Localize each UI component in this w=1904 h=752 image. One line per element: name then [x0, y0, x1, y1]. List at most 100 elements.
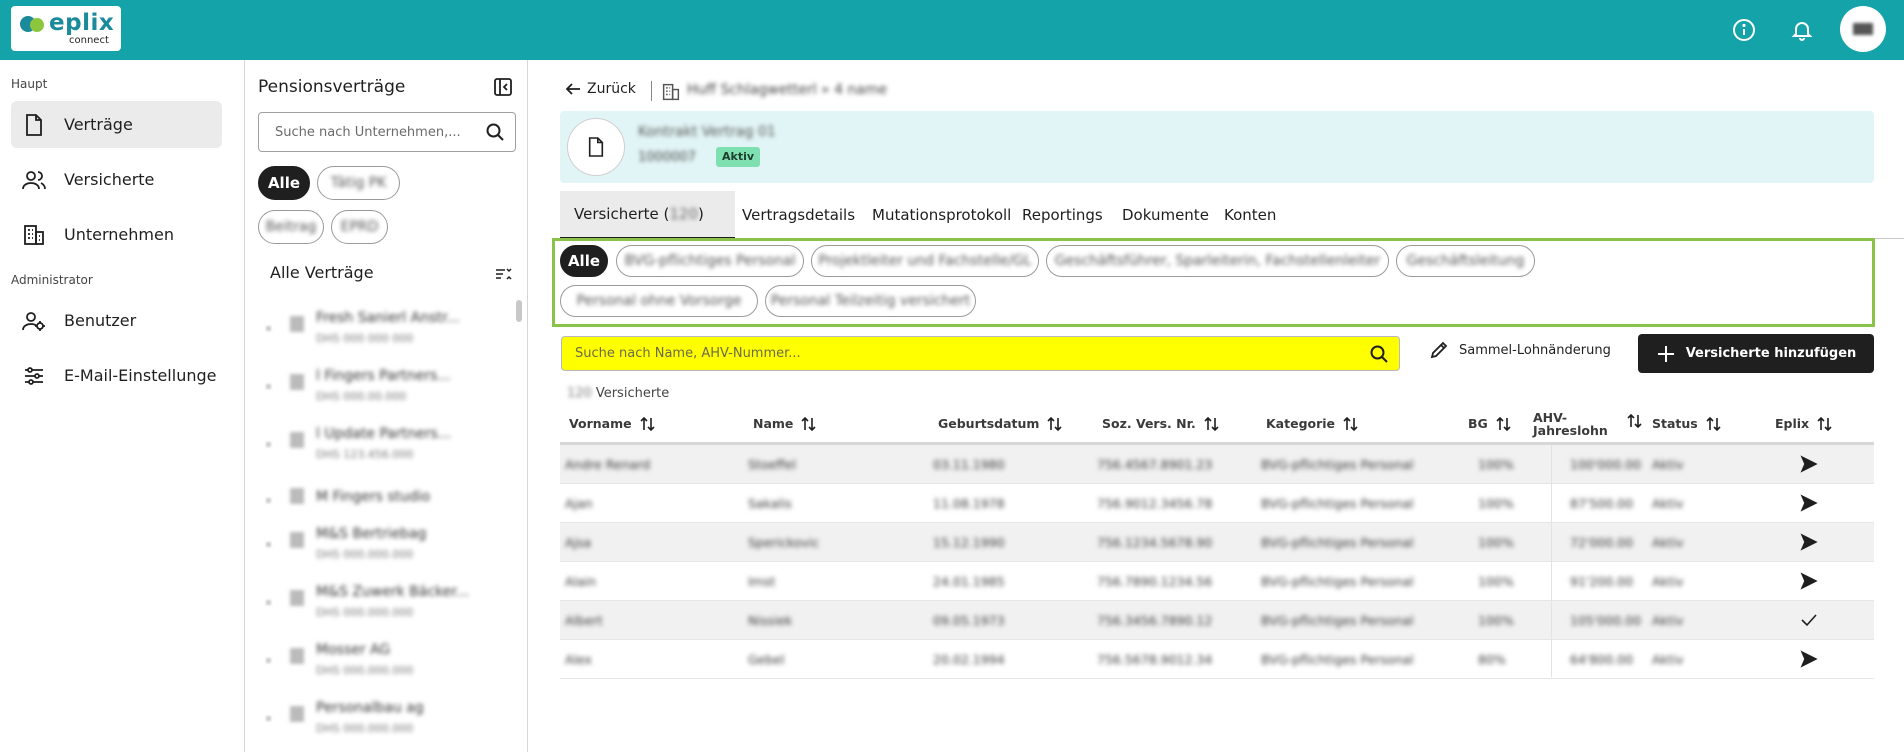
insured-search-input[interactable]	[563, 338, 1343, 369]
column-label: Geburtsdatum	[938, 416, 1040, 431]
filter-chip[interactable]: Geschäftsleitung	[1396, 245, 1535, 277]
filter-chip[interactable]: Projektleiter und Fachstelle/GL	[811, 245, 1039, 277]
nav-item-vertraege[interactable]: Verträge	[11, 101, 222, 148]
tab-vertragsdetails[interactable]: Vertragsdetails	[742, 191, 855, 238]
column-kategorie[interactable]: Kategorie	[1266, 405, 1359, 442]
list-item[interactable]: M&S Bertriebag DHS 000.000.000	[266, 520, 506, 568]
list-item[interactable]: M Fingers studio	[266, 476, 506, 524]
sammel-lohnaenderung-button[interactable]: Sammel-Lohnänderung	[1429, 340, 1611, 360]
table-row[interactable]: Ajan Sakalis 11.08.1978 756.9012.3456.78 BVG…	[560, 484, 1874, 523]
list-item[interactable]: Mosser AG DHS 000.000.000	[266, 636, 506, 684]
column-eplix[interactable]: Eplix	[1775, 405, 1833, 442]
filter-chip[interactable]: Personal ohne Vorsorge	[560, 285, 758, 317]
tab-mutationsprotokoll[interactable]: Mutationsprotokoll	[872, 191, 1011, 238]
table-row[interactable]: Andre Renard Stoeffel 03.11.1980 756.4567.8…	[560, 445, 1874, 484]
panel-title: Pensionsverträge	[258, 77, 406, 97]
column-label: AHV-	[1533, 409, 1568, 425]
column-soz-vers-nr[interactable]: Soz. Vers. Nr.	[1102, 405, 1220, 442]
nav-item-benutzer[interactable]: Benutzer	[11, 297, 222, 344]
chip-filter[interactable]: EPRD	[331, 210, 388, 244]
column-ahv-jahreslohn[interactable]: AHV- Jahreslohn	[1533, 405, 1608, 442]
list-item[interactable]: Personalbau ag DHS 000.000.000	[266, 694, 506, 742]
cell-vorname: Ajsa	[565, 535, 592, 550]
cell-bg: 80%	[1478, 652, 1506, 667]
tab-dokumente[interactable]: Dokumente	[1122, 191, 1209, 238]
table-row[interactable]: Albert Nissiek 09.05.1973 756.3456.7890.12 B…	[560, 601, 1874, 640]
back-button[interactable]: Zurück	[565, 81, 636, 97]
table-row[interactable]: Alain Imst 24.01.1985 756.7890.1234.56 BVG-p…	[560, 562, 1874, 601]
cell-soz-vers-nr: 756.9012.3456.78	[1097, 496, 1213, 511]
sort-icon	[1706, 416, 1722, 432]
search-icon[interactable]	[1369, 344, 1389, 364]
sort-list-icon[interactable]	[494, 265, 512, 283]
check-icon[interactable]	[1800, 611, 1820, 631]
tab-versicherte[interactable]: Versicherte (120)	[560, 191, 735, 239]
column-bg[interactable]: BG	[1468, 405, 1512, 442]
search-icon[interactable]	[485, 122, 505, 142]
list-item[interactable]: l Fingers Partners... DHS 000.00.000	[266, 362, 506, 410]
column-name[interactable]: Name	[753, 405, 817, 442]
table-header: Vorname Name Geburtsdatum Soz. Vers. Nr.…	[560, 405, 1874, 442]
chip-label: Geschäftsführer, Sparleiterin, Fachstell…	[1054, 253, 1381, 269]
cell-geburtsdatum: 03.11.1980	[933, 457, 1005, 472]
cell-bg: 100%	[1478, 496, 1514, 511]
chip-label: BVG-pflichtiges Personal	[624, 253, 796, 269]
breadcrumb[interactable]: Huff Schlagwetterl » 4 name	[687, 82, 887, 98]
count-label: Versicherte	[595, 386, 670, 401]
table-row[interactable]: Alex Gebel 20.02.1994 756.5678.9012.34 BVG-p…	[560, 640, 1874, 679]
sort-icon[interactable]	[1627, 402, 1643, 439]
column-vorname[interactable]: Vorname	[569, 405, 656, 442]
chip-alle[interactable]: Alle	[258, 166, 310, 200]
contract-name: M&S Zuwerk Bäcker...	[316, 584, 470, 600]
list-item[interactable]: l Update Partners... DHS 123.456.000	[266, 420, 506, 468]
avatar[interactable]	[1840, 6, 1886, 52]
send-icon[interactable]	[1800, 650, 1820, 670]
collapse-panel-icon[interactable]	[493, 77, 513, 97]
chip-label: Geschäftsleitung	[1406, 253, 1525, 269]
list-item[interactable]: M&S Zuwerk Bäcker... DHS 000.000.000	[266, 578, 506, 626]
contract-number: DHS 000.00.000	[316, 390, 407, 403]
add-insured-button[interactable]: Versicherte hinzufügen	[1638, 334, 1874, 373]
bell-icon[interactable]	[1787, 15, 1817, 45]
send-icon[interactable]	[1800, 533, 1820, 553]
nav-label: Verträge	[64, 115, 133, 134]
send-icon[interactable]	[1800, 455, 1820, 475]
cell-ahv-jahreslohn: 91'200.00	[1570, 574, 1634, 589]
chip-filter[interactable]: Beitrag	[258, 210, 324, 244]
filter-chip[interactable]: BVG-pflichtiges Personal	[616, 245, 804, 277]
column-label: Jahreslohn	[1533, 422, 1608, 438]
tab-konten[interactable]: Konten	[1224, 191, 1276, 238]
eplix-logo[interactable]: eplix connect	[11, 6, 121, 51]
column-divider	[1551, 445, 1552, 677]
contract-name: l Fingers Partners...	[316, 368, 451, 384]
cell-ahv-jahreslohn: 87'500.00	[1570, 496, 1634, 511]
nav-item-unternehmen[interactable]: Unternehmen	[11, 211, 222, 258]
cell-ahv-jahreslohn: 64'800.00	[1570, 652, 1634, 667]
filter-chip-alle[interactable]: Alle	[560, 245, 608, 277]
info-icon[interactable]	[1729, 15, 1759, 45]
tab-reportings[interactable]: Reportings	[1022, 191, 1103, 238]
cell-soz-vers-nr: 756.3456.7890.12	[1097, 613, 1213, 628]
send-icon[interactable]	[1800, 494, 1820, 514]
filter-chip[interactable]: Geschäftsführer, Sparleiterin, Fachstell…	[1046, 245, 1389, 277]
column-status[interactable]: Status	[1652, 405, 1722, 442]
table-row[interactable]: Ajsa Sperickovic 15.12.1990 756.1234.5678.9…	[560, 523, 1874, 562]
cell-status: Aktiv	[1652, 574, 1684, 589]
users-icon	[22, 168, 46, 192]
column-geburtsdatum[interactable]: Geburtsdatum	[938, 405, 1063, 442]
column-label: Vorname	[569, 416, 632, 431]
pencil-icon	[1430, 341, 1448, 359]
chip-filter[interactable]: Tätig PK	[317, 166, 400, 200]
nav-item-versicherte[interactable]: Versicherte	[11, 156, 222, 203]
nav-label: Benutzer	[64, 311, 137, 330]
nav-item-email-einstellungen[interactable]: E-Mail-Einstellunge	[11, 352, 222, 399]
contract-search-input[interactable]	[260, 114, 475, 150]
send-icon[interactable]	[1800, 572, 1820, 592]
building-icon	[22, 223, 46, 247]
list-item[interactable]: Fresh Sanierl Anstr... DHS 000 000 000	[266, 304, 506, 352]
contract-header-card: Kontrakt Vertrag 01 1000007 Aktiv	[560, 111, 1874, 183]
cell-geburtsdatum: 20.02.1994	[933, 652, 1005, 667]
filter-chip[interactable]: Personal Teilzeitig versichert	[765, 285, 976, 317]
nav-label: Versicherte	[64, 170, 155, 189]
scrollbar[interactable]	[516, 300, 522, 322]
